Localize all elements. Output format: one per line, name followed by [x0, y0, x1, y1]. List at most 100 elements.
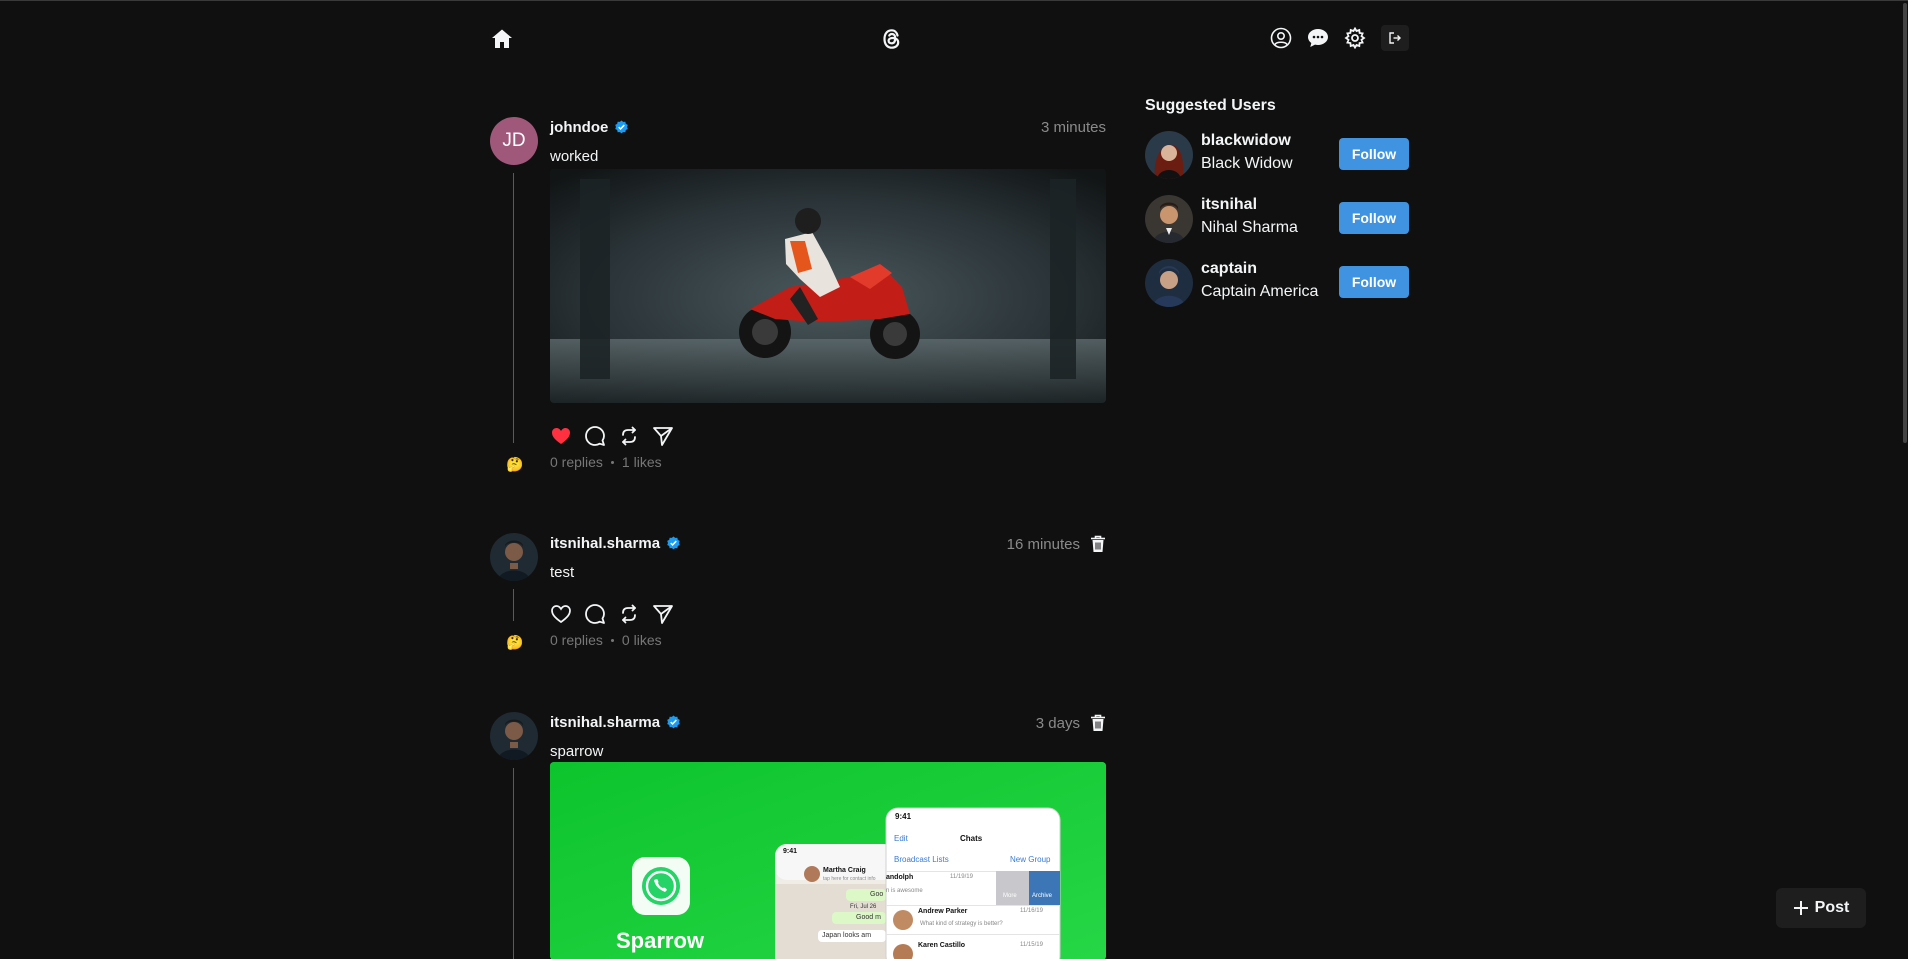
- reply-count[interactable]: 0 replies: [550, 632, 603, 648]
- post-image[interactable]: Sparrow 9:41 Edit Chats Broadcast Lists …: [550, 762, 1106, 959]
- suggested-username[interactable]: captain: [1201, 259, 1318, 279]
- avatar[interactable]: [1145, 195, 1193, 243]
- avatar[interactable]: [490, 533, 538, 581]
- gear-icon[interactable]: [1342, 25, 1368, 51]
- image-bubble3: Japan looks am: [822, 932, 872, 939]
- thread-line: [513, 589, 514, 621]
- image-broadcast: Broadcast Lists: [894, 855, 949, 864]
- suggested-fullname: Nihal Sharma: [1201, 219, 1298, 236]
- suggested-fullname: Black Widow: [1201, 155, 1293, 172]
- image-new-group: New Group: [1010, 855, 1051, 864]
- trash-icon[interactable]: [1090, 535, 1106, 553]
- reply-count[interactable]: 0 replies: [550, 454, 603, 470]
- like-heart-icon[interactable]: [550, 425, 572, 447]
- threads-logo-icon[interactable]: [876, 23, 908, 55]
- image-chat2-name: Andrew Parker: [918, 908, 968, 915]
- create-post-button[interactable]: Post: [1776, 888, 1866, 928]
- suggested-user-names: itsnihal Nihal Sharma: [1201, 195, 1298, 239]
- user-circle-icon[interactable]: [1268, 25, 1294, 51]
- suggested-user-names: blackwidow Black Widow: [1201, 131, 1293, 175]
- post-meta: 16 minutes: [1007, 535, 1106, 553]
- follow-button[interactable]: Follow: [1339, 266, 1409, 298]
- suggested-user: blackwidow Black Widow Follow: [1145, 131, 1409, 181]
- share-icon[interactable]: [652, 603, 674, 625]
- suggested-username[interactable]: itsnihal: [1201, 195, 1298, 215]
- image-app-name: Sparrow: [616, 928, 705, 953]
- post-image[interactable]: [550, 169, 1106, 403]
- like-count: 1 likes: [621, 454, 662, 470]
- like-count: 0 likes: [621, 632, 662, 648]
- image-chat3-name: Karen Castillo: [918, 942, 966, 949]
- reply-avatar-emoji: 🤔: [506, 634, 524, 650]
- reply-avatar-emoji: 🤔: [506, 456, 524, 472]
- image-edit: Edit: [894, 834, 908, 843]
- image-chat2-date: 11/16/19: [1020, 908, 1043, 914]
- post-actions: [550, 425, 674, 447]
- post-time: 16 minutes: [1006, 535, 1080, 553]
- post-text: sparrow: [550, 743, 604, 760]
- post-text: worked: [550, 148, 599, 165]
- image-chat1-date: 11/19/19: [950, 874, 973, 880]
- suggested-user: captain Captain America Follow: [1145, 259, 1409, 309]
- image-chat3-date: 11/15/19: [1020, 942, 1043, 948]
- image-bubble2: Good m: [856, 914, 881, 921]
- post: itsnihal.sharma 3 days sparrow Sparrow 9…: [490, 712, 1106, 959]
- verified-badge-icon: [667, 715, 680, 729]
- post-header: itsnihal.sharma: [550, 714, 681, 731]
- top-nav: [0, 1, 1908, 75]
- trash-icon[interactable]: [1090, 714, 1106, 732]
- post-text: test: [550, 564, 575, 581]
- verified-badge-icon: [667, 536, 680, 550]
- image-martha: Martha Craig: [823, 867, 866, 874]
- post-username[interactable]: itsnihal.sharma: [550, 714, 660, 731]
- comment-icon[interactable]: [584, 603, 606, 625]
- plus-icon: [1793, 901, 1808, 915]
- avatar[interactable]: [1145, 131, 1193, 179]
- post-stats: 0 replies 1 likes: [550, 454, 662, 470]
- scrollbar-thumb[interactable]: [1903, 3, 1907, 443]
- heart-icon[interactable]: [550, 603, 572, 625]
- create-post-label: Post: [1814, 899, 1850, 916]
- thread-line: [513, 173, 514, 443]
- suggested-users-panel: Suggested Users blackwidow Black Widow F…: [1145, 97, 1409, 307]
- image-bubble1: Goo: [870, 891, 884, 898]
- post-header: itsnihal.sharma: [550, 535, 681, 552]
- suggested-user: itsnihal Nihal Sharma Follow: [1145, 195, 1409, 245]
- post-stats: 0 replies 0 likes: [550, 632, 662, 648]
- follow-button[interactable]: Follow: [1339, 138, 1409, 170]
- image-archive: Archive: [1032, 893, 1053, 899]
- image-chat1-name: andolph: [886, 874, 914, 881]
- image-chat1-msg: n is awesome: [886, 888, 923, 894]
- post-time: 3 minutes: [1040, 119, 1106, 136]
- suggested-fullname: Captain America: [1201, 283, 1319, 300]
- logout-icon[interactable]: [1381, 25, 1409, 51]
- share-icon[interactable]: [652, 425, 674, 447]
- avatar[interactable]: JD: [490, 117, 538, 165]
- verified-badge-icon: [615, 120, 629, 134]
- thread-line: [513, 768, 514, 959]
- post-actions: [550, 603, 674, 625]
- follow-button[interactable]: Follow: [1339, 202, 1409, 234]
- image-chat2-msg: What kind of strategy is better?: [920, 921, 1003, 927]
- repost-icon[interactable]: [618, 603, 640, 625]
- post-header: johndoe: [550, 119, 629, 136]
- image-date-badge: Fri, Jul 26: [850, 904, 877, 910]
- image-more: More: [1003, 893, 1017, 899]
- post-username[interactable]: itsnihal.sharma: [550, 535, 660, 552]
- avatar[interactable]: [1145, 259, 1193, 307]
- post: 🤔 itsnihal.sharma 16 minutes test 0 repl…: [490, 533, 1106, 663]
- chat-bubble-icon[interactable]: [1304, 25, 1332, 51]
- image-martha-sub: tap here for contact info: [823, 876, 876, 882]
- suggested-users-title: Suggested Users: [1145, 97, 1276, 114]
- scrollbar[interactable]: [1902, 1, 1908, 959]
- avatar[interactable]: [490, 712, 538, 760]
- comment-icon[interactable]: [584, 425, 606, 447]
- post-meta: 3 days: [1036, 714, 1106, 732]
- post-meta: 3 minutes: [1041, 119, 1106, 136]
- repost-icon[interactable]: [618, 425, 640, 447]
- image-chats: Chats: [960, 834, 983, 843]
- suggested-username[interactable]: blackwidow: [1201, 131, 1293, 151]
- post-username[interactable]: johndoe: [550, 119, 608, 136]
- home-icon[interactable]: [488, 25, 516, 53]
- post: JD 🤔 johndoe 3 minutes worked 0 replies …: [490, 117, 1106, 477]
